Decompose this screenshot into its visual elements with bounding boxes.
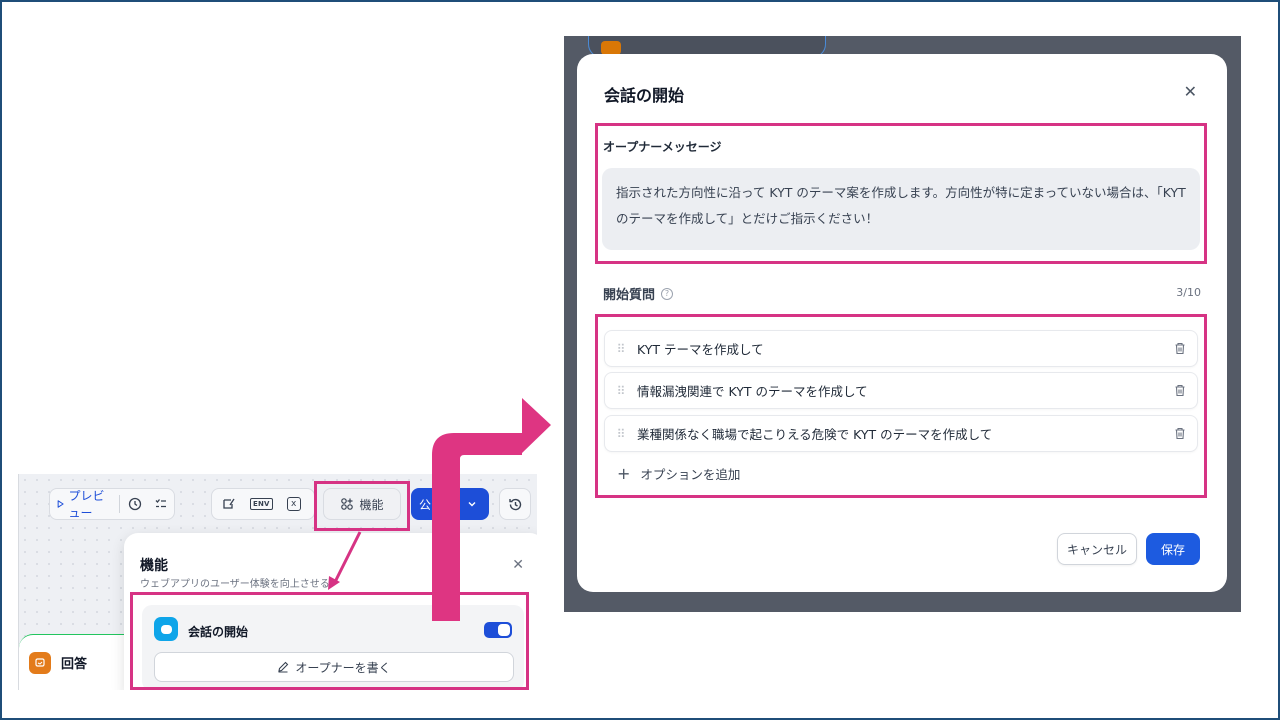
background-node-icon (601, 41, 621, 55)
preview-toolbar-group: プレビュー (49, 488, 175, 520)
opener-modal-screenshot: 会話の開始 ✕ オープナーメッセージ 指示された方向性に沿って KYT のテーマ… (564, 36, 1241, 612)
cancel-button[interactable]: キャンセル (1057, 533, 1137, 565)
features-panel-title: 機能 (140, 558, 168, 574)
opener-message-input[interactable]: 指示された方向性に沿って KYT のテーマ案を作成します。方向性が特に定まってい… (602, 168, 1200, 250)
toolbar-divider (119, 495, 120, 513)
question-item[interactable]: ⠿ KYT テーマを作成して (604, 330, 1198, 367)
checklist-button[interactable] (148, 491, 174, 517)
run-history-button[interactable] (122, 491, 148, 517)
write-opener-button[interactable]: オープナーを書く (154, 652, 514, 682)
questions-count: 3/10 (1176, 286, 1201, 299)
question-item[interactable]: ⠿ 情報漏洩関連で KYT のテーマを作成して (604, 372, 1198, 409)
drag-handle-icon[interactable]: ⠿ (605, 427, 635, 441)
add-option-label: オプションを追加 (640, 467, 741, 482)
answer-icon (29, 651, 51, 674)
question-text[interactable]: 情報漏洩関連で KYT のテーマを作成して (635, 381, 1163, 400)
conversation-variables-button[interactable] (216, 491, 242, 517)
close-icon[interactable]: ✕ (1184, 82, 1197, 101)
plus-icon: + (617, 464, 631, 483)
checklist-icon (155, 499, 166, 508)
write-opener-label: オープナーを書く (295, 660, 391, 675)
env-variables-button[interactable]: ENV (244, 491, 279, 517)
question-text[interactable]: KYT テーマを作成して (635, 339, 1163, 358)
features-icon (341, 498, 354, 510)
help-icon[interactable]: ? (661, 287, 674, 300)
features-panel-subtitle: ウェブアプリのユーザー体験を向上させる (140, 579, 330, 590)
system-variables-button[interactable]: x (281, 491, 307, 517)
drag-handle-icon[interactable]: ⠿ (605, 342, 635, 356)
conversation-opener-toggle[interactable] (484, 622, 512, 638)
variable-x-icon: x (286, 497, 301, 511)
connector-arrow (328, 531, 362, 590)
preview-label: プレビュー (68, 489, 105, 520)
conversation-opener-modal: 会話の開始 ✕ オープナーメッセージ 指示された方向性に沿って KYT のテーマ… (577, 54, 1227, 592)
chat-bubble-icon (154, 617, 178, 641)
trash-icon[interactable] (1163, 342, 1197, 355)
features-label: 機能 (359, 497, 384, 512)
answer-node-label: 回答 (61, 657, 88, 672)
question-item[interactable]: ⠿ 業種関係なく職場で起こりえる危険で KYT のテーマを作成して (604, 415, 1198, 452)
big-pointer-arrow (432, 398, 551, 621)
trash-icon[interactable] (1163, 384, 1197, 397)
question-text[interactable]: 業種関係なく職場で起こりえる危険で KYT のテーマを作成して (635, 424, 1163, 443)
play-icon (57, 500, 64, 508)
modal-title: 会話の開始 (604, 86, 685, 105)
trash-icon[interactable] (1163, 427, 1197, 440)
add-option-button[interactable]: + オプションを追加 (617, 464, 740, 483)
save-button[interactable]: 保存 (1146, 533, 1200, 565)
drag-handle-icon[interactable]: ⠿ (605, 384, 635, 398)
answer-node[interactable]: 回答 (19, 634, 139, 690)
env-icon: ENV (250, 498, 273, 510)
opening-questions-label: 開始質問 (603, 288, 656, 303)
conversation-opener-label: 会話の開始 (188, 625, 249, 639)
pencil-icon (278, 661, 289, 673)
variables-toolbar-group: ENV x (211, 488, 315, 520)
opening-questions-header: 開始質問 ? (603, 284, 674, 303)
opener-message-label: オープナーメッセージ (603, 140, 722, 154)
preview-button[interactable]: プレビュー (50, 489, 117, 520)
chat-edit-icon (223, 498, 235, 509)
clock-play-icon (128, 497, 142, 511)
features-button[interactable]: 機能 (323, 488, 401, 520)
